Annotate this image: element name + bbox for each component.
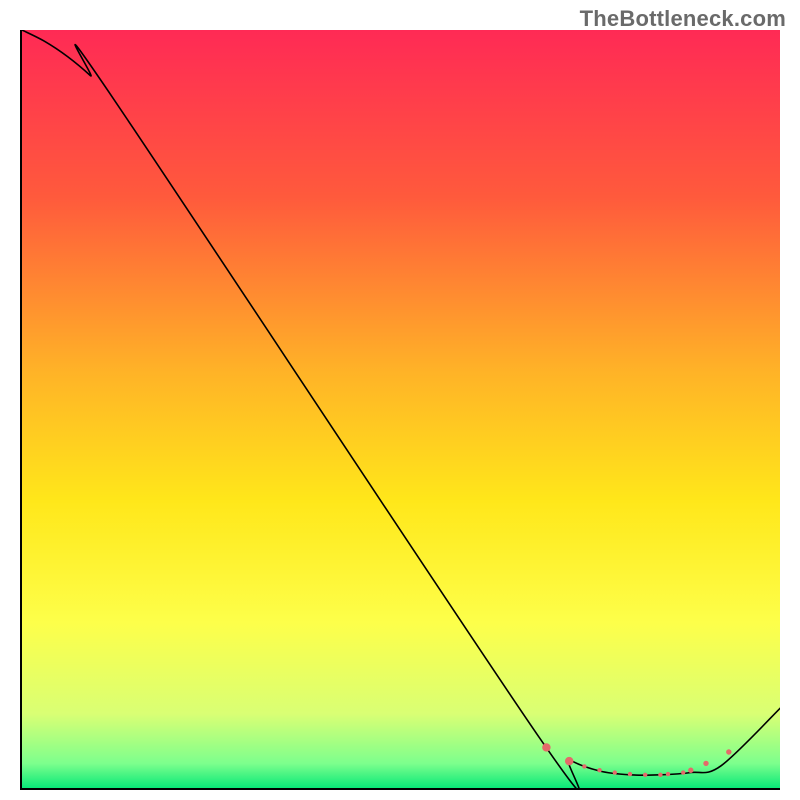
optimal-marker <box>703 761 708 766</box>
optimal-marker <box>681 770 685 774</box>
watermark-text: TheBottleneck.com <box>580 6 786 32</box>
gradient-background <box>22 30 780 790</box>
optimal-marker <box>582 764 586 768</box>
chart-svg <box>22 30 780 790</box>
plot-area <box>20 30 780 790</box>
optimal-marker <box>688 768 693 773</box>
optimal-marker <box>542 743 550 751</box>
optimal-marker <box>666 772 670 776</box>
optimal-marker <box>726 749 731 754</box>
optimal-marker <box>658 773 662 777</box>
chart-frame: TheBottleneck.com <box>0 0 800 800</box>
optimal-marker <box>613 770 617 774</box>
optimal-marker <box>628 772 632 776</box>
optimal-marker <box>643 773 647 777</box>
optimal-marker <box>597 768 601 772</box>
optimal-marker <box>565 757 573 765</box>
